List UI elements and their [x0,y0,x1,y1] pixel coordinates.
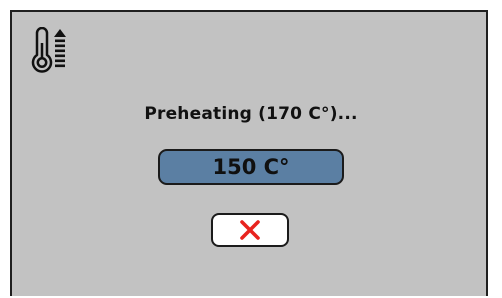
thermometer-rising-icon [31,27,66,73]
cancel-button[interactable] [211,213,289,247]
preheat-screen: Preheating (170 C°)... 150 C° [10,10,488,296]
current-temperature-display: 150 C° [158,149,344,185]
close-icon [240,220,260,240]
preheat-status-label: Preheating (170 C°)... [144,104,358,124]
